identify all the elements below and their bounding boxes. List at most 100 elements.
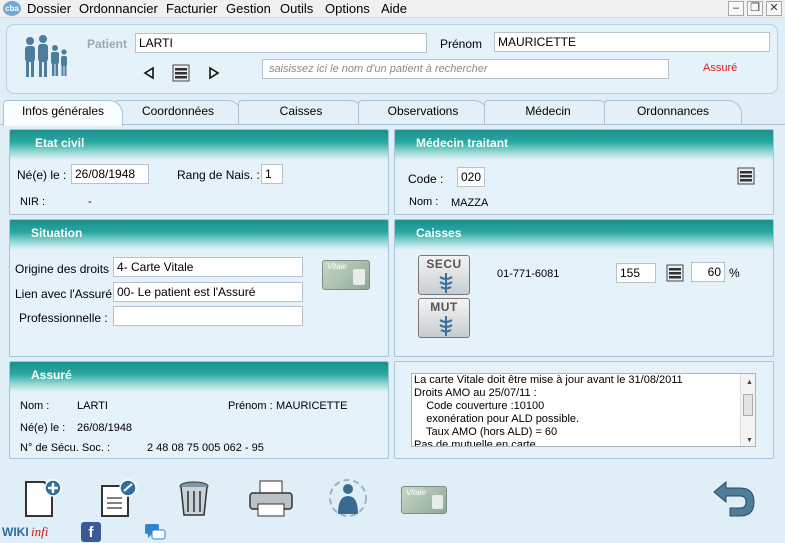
origine-droits-label: Origine des droits : xyxy=(15,262,116,276)
patient-list-icon[interactable] xyxy=(172,64,190,82)
vitale-card-icon[interactable]: Vitale xyxy=(322,260,370,290)
secu-button[interactable]: SECU xyxy=(418,255,470,295)
medecin-panel: Médecin traitant Code : 020 Nom : MAZZA xyxy=(394,129,774,215)
footer: WIKI infi f xyxy=(0,522,785,543)
patient-header: Patient LARTI Prénom MAURICETTE saisisse… xyxy=(6,24,778,94)
info-scrollbar[interactable]: ▲ ▼ xyxy=(740,374,755,446)
prenom-label: Prénom xyxy=(440,37,483,51)
patient-profile-icon[interactable] xyxy=(326,478,370,518)
professionnelle-field[interactable] xyxy=(113,306,303,326)
previous-patient-icon[interactable] xyxy=(142,66,156,80)
etat-civil-panel: Etat civil Né(e) le : 26/08/1948 Rang de… xyxy=(9,129,389,215)
caduceus-icon xyxy=(439,316,453,336)
caisses-title: Caisses xyxy=(416,226,462,240)
medecin-nom-value: MAZZA xyxy=(451,197,489,209)
wiki-link[interactable]: WIKI xyxy=(2,525,29,539)
medecin-list-icon[interactable] xyxy=(737,167,755,185)
vitale-photo xyxy=(353,269,365,285)
menu-bar: cba Dossier Ordonnancier Facturier Gesti… xyxy=(0,0,785,18)
menu-dossier[interactable]: Dossier xyxy=(27,1,71,16)
edit-document-icon[interactable] xyxy=(98,478,138,518)
printer-icon[interactable] xyxy=(248,478,294,518)
info-line: Taux AMO (hors ALD) = 60 xyxy=(414,426,558,438)
caisses-panel: Caisses SECU MUT 01-771-6081 155 60 % xyxy=(394,219,774,357)
menu-aide[interactable]: Aide xyxy=(381,1,407,16)
facebook-icon[interactable]: f xyxy=(81,522,101,542)
assure-panel: Assuré Nom : LARTI Prénom : MAURICETTE N… xyxy=(9,361,389,459)
assure-prenom-label: Prénom : xyxy=(228,400,273,412)
assure-prenom-value: MAURICETTE xyxy=(276,400,348,412)
caisse-taux-field[interactable]: 60 xyxy=(691,262,725,282)
birthdate-label: Né(e) le : xyxy=(17,168,67,182)
info-line: Code couverture :10100 xyxy=(414,400,545,412)
menu-gestion[interactable]: Gestion xyxy=(226,1,271,16)
vitale-read-photo xyxy=(432,495,443,509)
trash-icon[interactable] xyxy=(176,478,212,518)
nir-value: - xyxy=(88,196,92,208)
vitale-info-text[interactable]: La carte Vitale doit être mise à jour av… xyxy=(411,373,756,447)
info-line: Pas de mutuelle en carte xyxy=(414,439,536,447)
family-icon xyxy=(25,35,67,77)
percent-sign: % xyxy=(729,266,740,280)
close-button[interactable]: ✕ xyxy=(766,1,782,16)
tab-ordonnances[interactable]: Ordonnances xyxy=(604,100,742,124)
lien-assure-label: Lien avec l'Assuré : xyxy=(15,287,119,301)
caisse-list-icon[interactable] xyxy=(666,264,684,282)
vitale-read-icon[interactable]: Vitale xyxy=(401,486,447,514)
menu-outils[interactable]: Outils xyxy=(280,1,313,16)
app-logo: cba xyxy=(3,1,21,16)
assure-secu-value: 2 48 08 75 005 062 - 95 xyxy=(147,442,264,454)
chat-icon[interactable] xyxy=(144,523,166,542)
nir-label: NIR : xyxy=(20,196,46,208)
tab-caisses[interactable]: Caisses xyxy=(238,100,364,124)
patient-label: Patient xyxy=(87,37,128,51)
birthdate-field[interactable]: 26/08/1948 xyxy=(71,164,149,184)
birth-rank-field[interactable]: 1 xyxy=(261,164,283,184)
info-line: exonération pour ALD possible. xyxy=(414,413,580,425)
mut-button[interactable]: MUT xyxy=(418,298,470,338)
scroll-up-icon[interactable]: ▲ xyxy=(744,376,753,389)
back-arrow-icon[interactable] xyxy=(710,478,758,518)
medecin-nom-label: Nom : xyxy=(409,196,439,208)
patient-search-input[interactable]: saisissez ici le nom d'un patient à rech… xyxy=(262,59,669,79)
assure-ne-label: Né(e) le : xyxy=(20,422,66,434)
menu-ordonnancier[interactable]: Ordonnancier xyxy=(79,1,158,16)
caisse-code-field[interactable]: 155 xyxy=(616,263,656,283)
bottom-toolbar: Vitale xyxy=(0,472,785,522)
info-line: Droits AMO au 25/07/11 : xyxy=(414,387,537,399)
menu-facturier[interactable]: Facturier xyxy=(166,1,217,16)
tab-medecin[interactable]: Médecin xyxy=(484,100,612,124)
tab-coordonnees[interactable]: Coordonnées xyxy=(114,100,242,124)
minimize-button[interactable]: – xyxy=(728,1,744,16)
vitale-read-text: Vitale xyxy=(406,488,426,497)
mut-label: MUT xyxy=(430,300,458,314)
insured-status: Assuré xyxy=(703,62,738,74)
medecin-title: Médecin traitant xyxy=(416,136,509,150)
assure-nom-value: LARTI xyxy=(77,400,108,412)
infi-link[interactable]: infi xyxy=(31,524,48,540)
lien-assure-field[interactable]: 00- Le patient est l'Assuré xyxy=(113,282,303,302)
scroll-down-icon[interactable]: ▼ xyxy=(744,434,753,446)
assure-ne-value: 26/08/1948 xyxy=(77,422,133,434)
medecin-code-field[interactable]: 020 xyxy=(457,167,485,187)
caduceus-icon xyxy=(439,273,453,293)
professionnelle-label: Professionnelle : xyxy=(19,311,108,325)
birth-rank-label: Rang de Nais. : xyxy=(177,168,260,182)
new-document-icon[interactable] xyxy=(22,478,62,518)
patient-name-field[interactable]: LARTI xyxy=(135,33,427,53)
medecin-code-label: Code : xyxy=(408,172,444,186)
origine-droits-field[interactable]: 4- Carte Vitale xyxy=(113,257,303,277)
secu-label: SECU xyxy=(426,257,462,271)
assure-title: Assuré xyxy=(31,368,72,382)
etat-civil-title: Etat civil xyxy=(35,136,85,150)
tab-observations[interactable]: Observations xyxy=(358,100,488,124)
vitale-card-text: Vitale xyxy=(327,262,347,271)
next-patient-icon[interactable] xyxy=(207,66,221,80)
scroll-thumb[interactable] xyxy=(743,394,753,416)
restore-button[interactable]: ❐ xyxy=(747,1,763,16)
caisse-numero: 01-771-6081 xyxy=(497,268,560,280)
patient-prenom-field[interactable]: MAURICETTE xyxy=(494,32,770,52)
tab-infos-generales[interactable]: Infos générales xyxy=(3,100,123,126)
menu-options[interactable]: Options xyxy=(325,1,370,16)
assure-secu-label: N° de Sécu. Soc. : xyxy=(20,442,110,454)
